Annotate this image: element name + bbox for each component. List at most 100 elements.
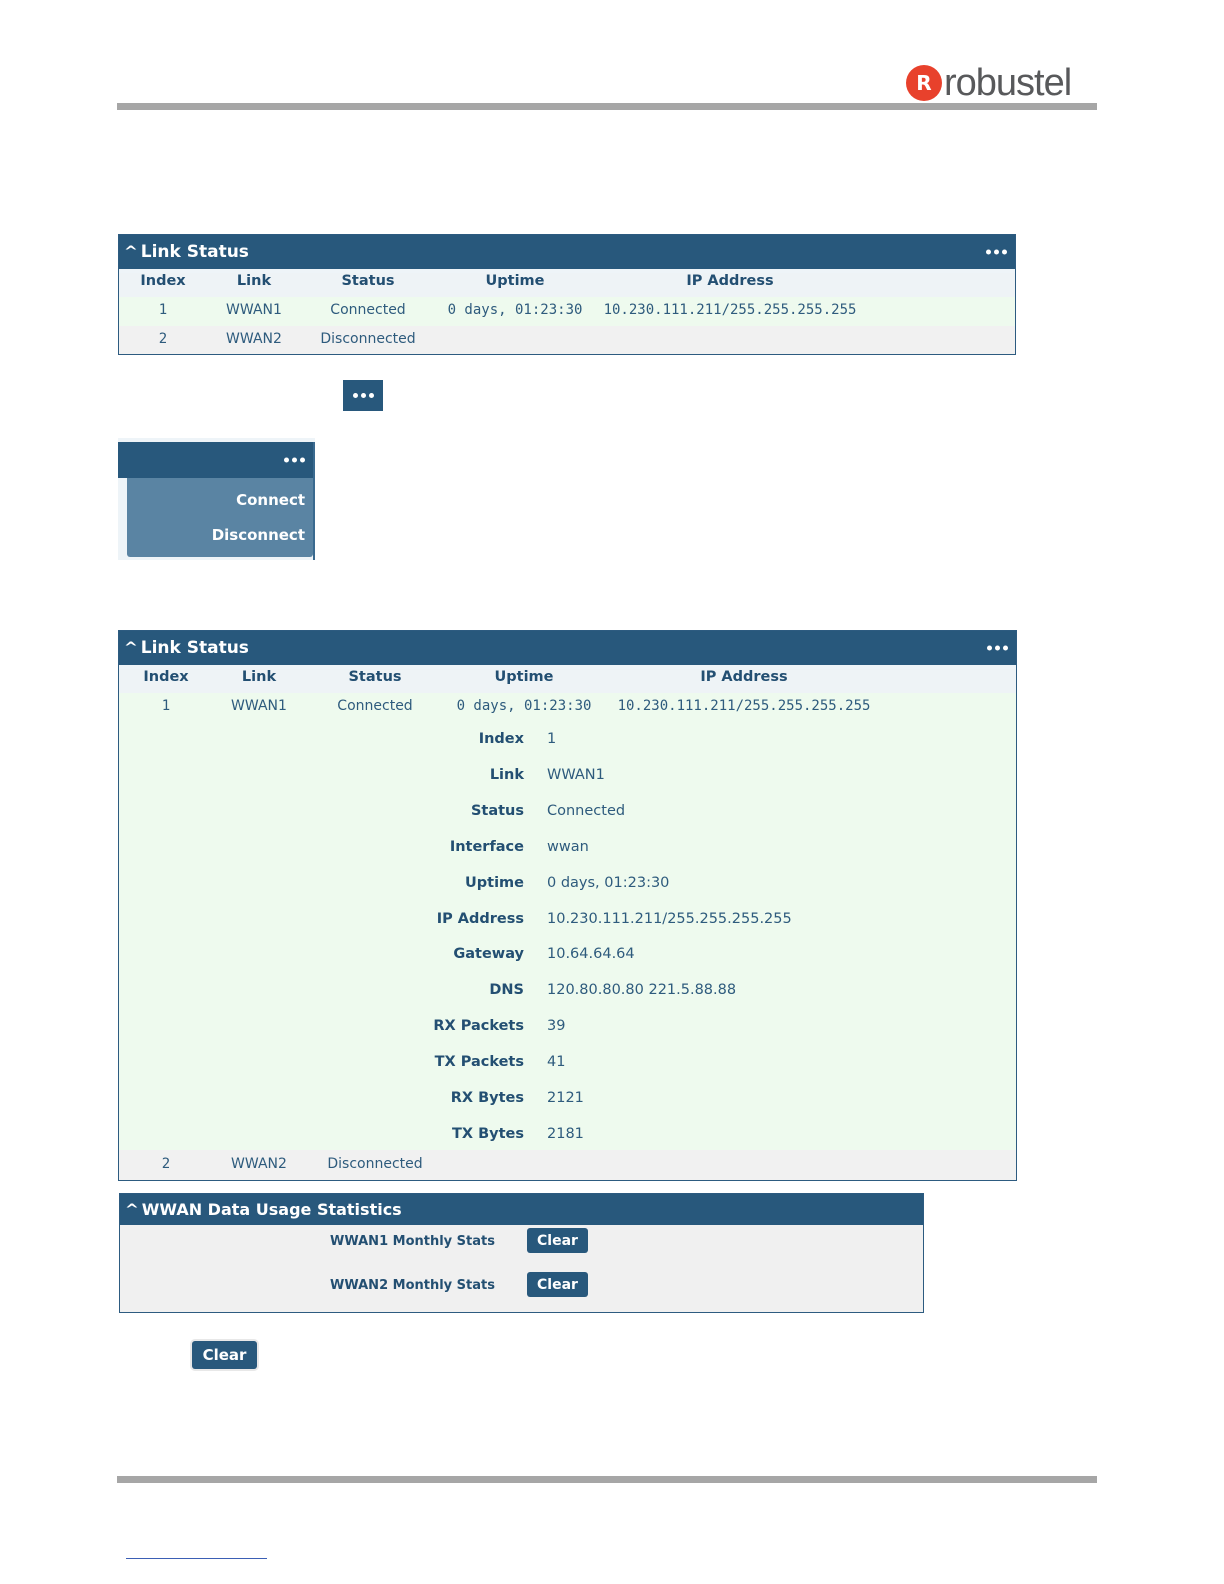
detail-value: wwan bbox=[547, 838, 589, 855]
detail-label: Status bbox=[470, 802, 524, 819]
column-header-link: Link bbox=[236, 273, 272, 289]
clear-wwan1-button[interactable]: Clear bbox=[527, 1228, 588, 1253]
more-options-button[interactable] bbox=[343, 380, 383, 411]
detail-row: Uptime 0 days, 01:23:30 bbox=[119, 875, 1016, 911]
column-header-status: Status bbox=[341, 273, 395, 289]
clear-wwan2-button[interactable]: Clear bbox=[527, 1272, 588, 1297]
column-header-uptime: Uptime bbox=[485, 273, 545, 289]
collapse-caret-icon[interactable]: ^ bbox=[125, 1202, 139, 1218]
panel-header: ^ Link Status bbox=[119, 631, 1016, 665]
detail-label: TX Bytes bbox=[451, 1125, 524, 1142]
action-menu-snippet: Connect Disconnect bbox=[118, 438, 315, 560]
detail-value: Connected bbox=[547, 802, 626, 819]
detail-label: Gateway bbox=[453, 946, 524, 963]
detail-label: Index bbox=[478, 731, 524, 747]
detail-value: 41 bbox=[547, 1054, 566, 1071]
more-options-icon[interactable] bbox=[987, 645, 1008, 651]
detail-row: Link WWAN1 bbox=[119, 767, 1016, 803]
detail-label: RX Bytes bbox=[450, 1090, 524, 1106]
expanded-row-area[interactable]: 1 WWAN1 Connected 0 days, 01:23:30 10.23… bbox=[119, 693, 1016, 1150]
collapse-caret-icon[interactable]: ^ bbox=[124, 244, 138, 260]
wwan1-monthly-stats-label: WWAN1 Monthly Stats bbox=[330, 1234, 495, 1249]
more-options-icon[interactable] bbox=[986, 249, 1007, 255]
link-status-panel-summary: ^ Link Status Index Link Status Uptime I… bbox=[118, 234, 1016, 355]
collapse-caret-icon[interactable]: ^ bbox=[124, 640, 138, 656]
table-header: Index Link Status Uptime IP Address bbox=[119, 273, 1015, 297]
column-header-index: Index bbox=[140, 273, 186, 289]
column-header-ip-address: IP Address bbox=[686, 273, 774, 289]
detail-value: 2181 bbox=[547, 1125, 584, 1142]
detail-row: Gateway 10.64.64.64 bbox=[119, 946, 1016, 982]
table-row[interactable]: 1 WWAN1 Connected 0 days, 01:23:30 10.23… bbox=[119, 297, 1015, 326]
more-options-icon[interactable] bbox=[284, 457, 305, 463]
row-link: WWAN2 bbox=[231, 1156, 287, 1172]
detail-row: TX Packets 41 bbox=[119, 1054, 1016, 1090]
detail-value: 10.64.64.64 bbox=[547, 946, 635, 963]
detail-value: 2121 bbox=[547, 1090, 584, 1106]
more-options-icon bbox=[352, 393, 374, 398]
column-header-uptime: Uptime bbox=[494, 669, 554, 685]
menu-header-bar bbox=[118, 442, 313, 478]
column-header-status: Status bbox=[348, 669, 402, 685]
detail-value: 39 bbox=[547, 1018, 566, 1035]
stats-row-wwan1: WWAN1 Monthly Stats Clear bbox=[120, 1228, 923, 1256]
robustel-logo: R robustel bbox=[906, 62, 1072, 104]
footer-rule bbox=[117, 1476, 1097, 1483]
detail-row: IP Address 10.230.111.211/255.255.255.255 bbox=[119, 911, 1016, 947]
row-index: 1 bbox=[158, 302, 168, 318]
detail-row: DNS 120.80.80.80 221.5.88.88 bbox=[119, 982, 1016, 1018]
wwan-data-usage-panel: ^ WWAN Data Usage Statistics WWAN1 Month… bbox=[119, 1193, 924, 1313]
row-ip-address: 10.230.111.211/255.255.255.255 bbox=[603, 302, 857, 318]
link-status-panel-expanded: ^ Link Status Index Link Status Uptime I… bbox=[118, 630, 1017, 1181]
row-status: Connected bbox=[330, 302, 406, 318]
detail-row: Interface wwan bbox=[119, 839, 1016, 875]
table-header: Index Link Status Uptime IP Address bbox=[119, 669, 1016, 693]
table-row[interactable]: 2 WWAN2 Disconnected bbox=[119, 326, 1015, 354]
detail-value: 10.230.111.211/255.255.255.255 bbox=[547, 910, 792, 927]
detail-row: Status Connected bbox=[119, 803, 1016, 839]
row-link: WWAN1 bbox=[226, 302, 282, 318]
menu-edge bbox=[313, 442, 315, 560]
row-index: 2 bbox=[158, 331, 168, 347]
wwan2-monthly-stats-label: WWAN2 Monthly Stats bbox=[330, 1278, 495, 1293]
detail-label: TX Packets bbox=[434, 1054, 524, 1071]
detail-label: RX Packets bbox=[433, 1018, 524, 1035]
table-row[interactable]: 2 WWAN2 Disconnected bbox=[119, 1150, 1016, 1180]
detail-label: Link bbox=[489, 766, 524, 783]
detail-row: Index 1 bbox=[119, 731, 1016, 767]
row-status: Connected bbox=[337, 698, 413, 714]
panel-title: WWAN Data Usage Statistics bbox=[141, 1200, 402, 1219]
table-row[interactable]: 1 WWAN1 Connected 0 days, 01:23:30 10.23… bbox=[119, 698, 1016, 722]
logo-text: robustel bbox=[944, 62, 1072, 104]
detail-label: Uptime bbox=[465, 874, 524, 891]
menu-item-disconnect[interactable]: Disconnect bbox=[212, 526, 305, 544]
menu-item-connect[interactable]: Connect bbox=[236, 491, 305, 509]
header-rule bbox=[117, 103, 1097, 110]
detail-row: RX Bytes 2121 bbox=[119, 1090, 1016, 1126]
detail-value: 120.80.80.80 221.5.88.88 bbox=[547, 982, 737, 999]
row-uptime: 0 days, 01:23:30 bbox=[456, 698, 592, 714]
column-header-link: Link bbox=[241, 669, 277, 685]
panel-header: ^ WWAN Data Usage Statistics bbox=[120, 1194, 923, 1225]
clear-button[interactable]: Clear bbox=[192, 1341, 257, 1369]
column-header-ip-address: IP Address bbox=[700, 669, 788, 685]
detail-label: Interface bbox=[449, 838, 524, 855]
panel-title: Link Status bbox=[140, 638, 249, 658]
stats-row-wwan2: WWAN2 Monthly Stats Clear bbox=[120, 1272, 923, 1300]
panel-header: ^ Link Status bbox=[119, 235, 1015, 269]
panel-title: Link Status bbox=[140, 242, 249, 262]
detail-value: 0 days, 01:23:30 bbox=[547, 874, 670, 891]
row-index: 2 bbox=[161, 1156, 171, 1172]
row-ip-address: 10.230.111.211/255.255.255.255 bbox=[617, 698, 871, 714]
footer-link-underline bbox=[126, 1558, 267, 1559]
column-header-index: Index bbox=[143, 669, 189, 685]
detail-value: 1 bbox=[547, 731, 557, 747]
detail-label: DNS bbox=[489, 982, 524, 999]
detail-row: RX Packets 39 bbox=[119, 1018, 1016, 1054]
row-link: WWAN1 bbox=[231, 698, 287, 714]
detail-label: IP Address bbox=[436, 910, 524, 927]
row-link: WWAN2 bbox=[226, 331, 282, 347]
row-index: 1 bbox=[161, 698, 171, 714]
action-menu: Connect Disconnect bbox=[127, 478, 313, 557]
row-status: Disconnected bbox=[327, 1156, 423, 1172]
